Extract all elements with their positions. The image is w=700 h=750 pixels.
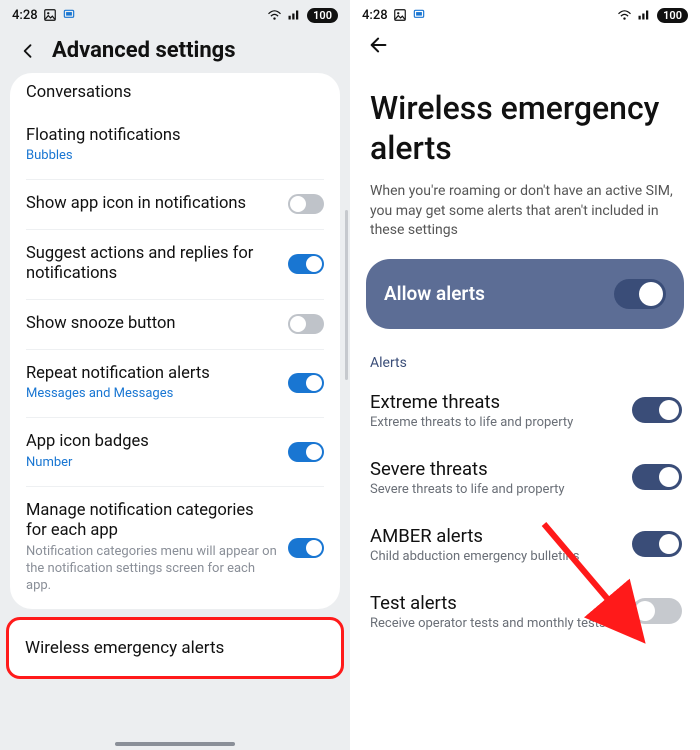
row-sublabel: Number: [26, 455, 278, 472]
signal-icon: [637, 9, 652, 21]
signal-icon: [287, 9, 302, 21]
wifi-icon: [267, 9, 282, 21]
back-arrow-icon[interactable]: [368, 34, 390, 56]
section-header-alerts: Alerts: [350, 339, 700, 377]
header: Advanced settings: [0, 26, 350, 69]
right-phone-screen: 4:28 100 Wireless emergency alerts When …: [350, 0, 700, 750]
row-label: Severe threats: [370, 458, 622, 480]
home-indicator[interactable]: [115, 742, 235, 746]
row-label: Test alerts: [370, 592, 622, 614]
scroll-indicator: [345, 210, 348, 380]
image-icon: [393, 8, 407, 22]
status-time: 4:28: [362, 8, 388, 23]
toggle-show-app-icon[interactable]: [288, 194, 324, 214]
row-label: Floating notifications: [26, 126, 324, 147]
allow-alerts-card[interactable]: Allow alerts: [366, 259, 684, 329]
row-label: Extreme threats: [370, 391, 622, 413]
cast-icon: [62, 8, 76, 22]
row-wireless-emergency-alerts[interactable]: Wireless emergency alerts: [6, 617, 344, 679]
row-label: Suggest actions and replies for notifica…: [26, 244, 278, 285]
image-icon: [43, 8, 57, 22]
page-subtitle: When you're roaming or don't have an act…: [350, 178, 700, 259]
row-label: Show snooze button: [26, 314, 278, 335]
toggle-allow-alerts[interactable]: [614, 279, 666, 309]
row-floating-notifications[interactable]: Floating notifications Bubbles: [26, 112, 324, 181]
page-title: Wireless emergency alerts: [350, 64, 700, 178]
row-suggest-actions[interactable]: Suggest actions and replies for notifica…: [26, 230, 324, 300]
status-bar: 4:28 100: [0, 0, 350, 26]
row-manage-categories[interactable]: Manage notification categories for each …: [26, 487, 324, 609]
row-label: Show app icon in notifications: [26, 194, 278, 215]
row-app-icon-badges[interactable]: App icon badges Number: [26, 418, 324, 487]
settings-card: Conversations Floating notifications Bub…: [10, 73, 340, 609]
row-label: Wireless emergency alerts: [25, 638, 325, 658]
wifi-icon: [617, 9, 632, 21]
row-repeat-alerts[interactable]: Repeat notification alerts Messages and …: [26, 350, 324, 419]
toggle-amber-alerts[interactable]: [632, 531, 682, 557]
status-time: 4:28: [12, 8, 38, 23]
toggle-suggest-actions[interactable]: [288, 254, 324, 274]
toggle-repeat-alerts[interactable]: [288, 373, 324, 393]
status-bar: 4:28 100: [350, 0, 700, 26]
row-sublabel: Notification categories menu will appear…: [26, 544, 278, 595]
back-chevron-icon[interactable]: [18, 40, 40, 62]
toggle-badges[interactable]: [288, 442, 324, 462]
row-sublabel: Extreme threats to life and property: [370, 415, 622, 430]
page-title: Advanced settings: [52, 38, 236, 63]
row-label: Repeat notification alerts: [26, 364, 278, 385]
cast-icon: [412, 8, 426, 22]
left-phone-screen: 4:28 100 Advanced settings Conversati: [0, 0, 350, 750]
row-sublabel: Messages and Messages: [26, 386, 278, 403]
row-sublabel: Receive operator tests and monthly tests: [370, 616, 622, 631]
row-extreme-threats[interactable]: Extreme threats Extreme threats to life …: [350, 377, 700, 444]
toggle-severe-threats[interactable]: [632, 464, 682, 490]
battery-level: 100: [657, 8, 688, 23]
row-conversations[interactable]: Conversations: [26, 73, 324, 112]
row-amber-alerts[interactable]: AMBER alerts Child abduction emergency b…: [350, 511, 700, 578]
row-snooze-button[interactable]: Show snooze button: [26, 300, 324, 350]
row-test-alerts[interactable]: Test alerts Receive operator tests and m…: [350, 578, 700, 645]
row-sublabel: Child abduction emergency bulletins: [370, 549, 622, 564]
toggle-test-alerts[interactable]: [632, 598, 682, 624]
row-label: AMBER alerts: [370, 525, 622, 547]
row-label: Manage notification categories for each …: [26, 501, 278, 542]
allow-alerts-label: Allow alerts: [384, 282, 485, 305]
toggle-manage-categories[interactable]: [288, 538, 324, 558]
header: [350, 26, 700, 64]
row-label: Conversations: [26, 83, 324, 104]
row-severe-threats[interactable]: Severe threats Severe threats to life an…: [350, 444, 700, 511]
row-sublabel: Bubbles: [26, 148, 324, 165]
toggle-snooze[interactable]: [288, 314, 324, 334]
row-label: App icon badges: [26, 432, 278, 453]
row-show-app-icon[interactable]: Show app icon in notifications: [26, 180, 324, 230]
row-sublabel: Severe threats to life and property: [370, 482, 622, 497]
battery-level: 100: [307, 8, 338, 23]
toggle-extreme-threats[interactable]: [632, 397, 682, 423]
